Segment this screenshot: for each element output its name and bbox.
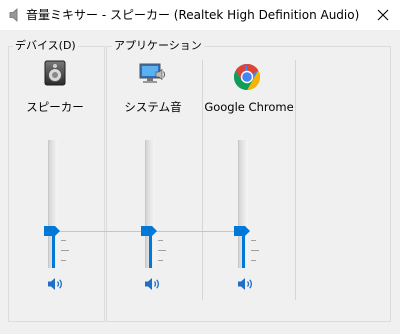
system-sounds-icon — [139, 63, 165, 83]
channel-label: スピーカー — [26, 100, 84, 114]
speaker-device-icon — [44, 60, 66, 86]
slider-ticks — [251, 140, 259, 268]
close-button[interactable] — [366, 0, 400, 30]
volume-slider-thumb[interactable] — [44, 226, 60, 236]
window-title: 音量ミキサー - スピーカー (Realtek High Definition … — [26, 8, 360, 22]
device-group-label: デバイス(D) — [13, 39, 78, 52]
channel-label: システム音 — [124, 100, 182, 114]
channel-label: Google Chrome — [204, 100, 294, 114]
speaker-title-icon — [9, 8, 18, 22]
mixer-client-area: デバイス(D) アプリケーション スピーカー システム音 Google Chro… — [0, 30, 400, 334]
volume-level — [149, 231, 152, 268]
column-separator — [202, 60, 203, 300]
volume-slider-thumb[interactable] — [234, 226, 250, 236]
speaker-volume-icon — [238, 278, 253, 290]
applications-group-label: アプリケーション — [112, 39, 204, 52]
volume-level — [242, 231, 245, 268]
volume-level — [52, 231, 55, 268]
speaker-volume-icon — [48, 278, 63, 290]
title-bar: 音量ミキサー - スピーカー (Realtek High Definition … — [0, 0, 400, 30]
mute-button[interactable] — [47, 277, 65, 291]
mute-button[interactable] — [144, 277, 162, 291]
close-icon — [377, 9, 389, 21]
column-separator — [295, 60, 296, 300]
mute-button[interactable] — [237, 277, 255, 291]
slider-ticks — [61, 140, 69, 268]
slider-ticks — [158, 140, 166, 268]
chrome-icon — [233, 64, 261, 90]
volume-slider-thumb[interactable] — [141, 226, 157, 236]
speaker-volume-icon — [145, 278, 160, 290]
